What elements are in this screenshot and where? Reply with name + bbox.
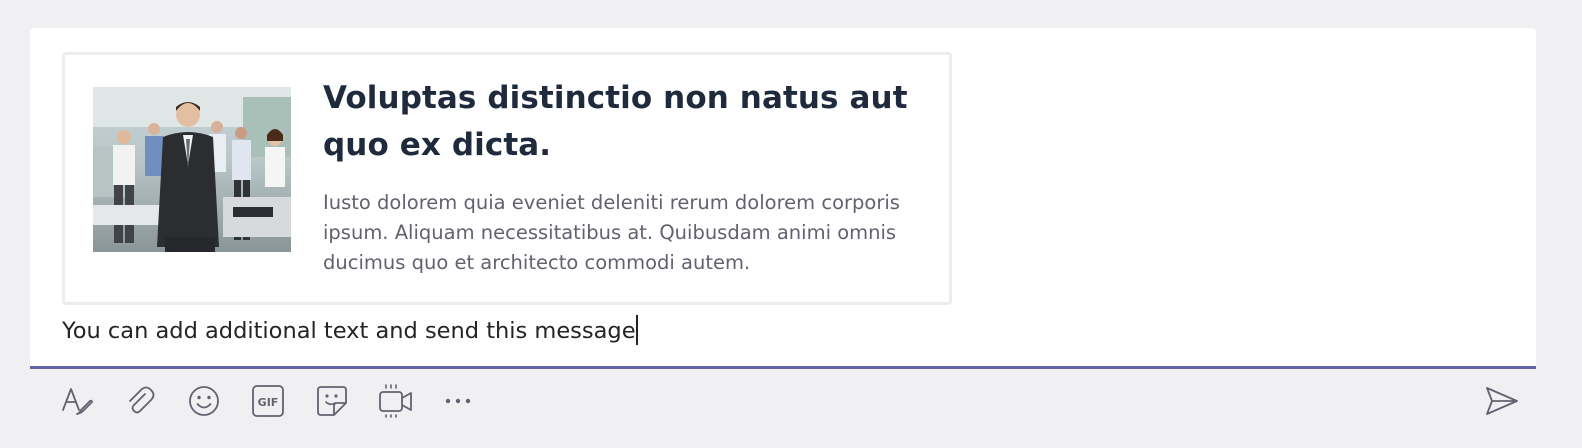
gif-button[interactable]: GIF	[250, 383, 286, 419]
emoji-icon	[189, 386, 219, 416]
compose-box[interactable]: Voluptas distinctio non natus aut quo ex…	[30, 28, 1536, 369]
attach-button[interactable]	[122, 383, 158, 419]
card-image	[93, 87, 291, 252]
meet-now-icon	[379, 384, 412, 418]
send-icon	[1486, 387, 1518, 415]
format-icon	[62, 388, 93, 415]
send-button[interactable]	[1484, 383, 1520, 419]
card-description: Iusto dolorem quia eveniet deleniti reru…	[323, 191, 900, 274]
format-button[interactable]	[58, 383, 94, 419]
sticker-icon	[317, 386, 347, 416]
gif-label: GIF	[258, 396, 279, 409]
card-title[interactable]: Voluptas distinctio non natus aut quo ex…	[323, 75, 923, 169]
sticker-button[interactable]	[314, 383, 350, 419]
text-caret	[635, 315, 638, 345]
message-input[interactable]: You can add additional text and send thi…	[62, 314, 638, 348]
message-text: You can add additional text and send thi…	[62, 318, 636, 344]
more-options-button[interactable]	[440, 383, 476, 419]
more-options-icon	[445, 398, 471, 404]
meet-now-button[interactable]	[378, 383, 414, 419]
attach-icon	[129, 386, 155, 414]
office-team-photo	[93, 87, 291, 252]
link-preview-card[interactable]: Voluptas distinctio non natus aut quo ex…	[62, 52, 952, 305]
compose-toolbar: GIF	[30, 369, 1536, 429]
gif-icon: GIF	[252, 385, 284, 417]
emoji-button[interactable]	[186, 383, 222, 419]
